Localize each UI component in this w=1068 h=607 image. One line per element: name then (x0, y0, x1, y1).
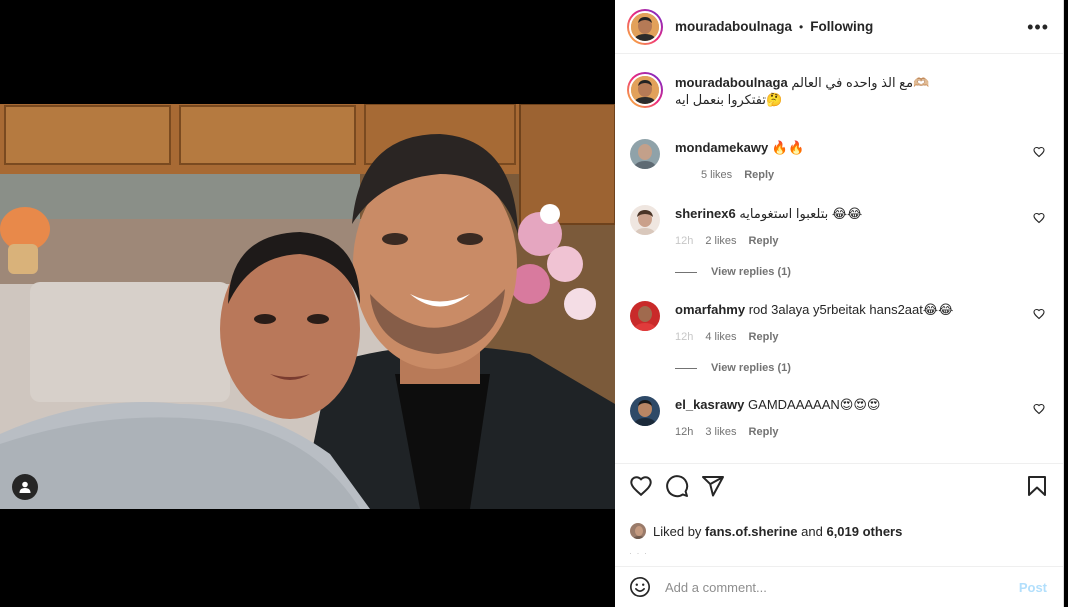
commenter-username[interactable]: sherinex6 (675, 206, 736, 221)
commenter-avatar-image (630, 205, 660, 235)
author-avatar[interactable] (627, 8, 663, 45)
liked-by-prefix: Liked by (653, 523, 702, 539)
comment-like-heart-icon[interactable] (1033, 212, 1045, 224)
author-username[interactable]: mouradaboulnaga (675, 19, 792, 34)
reply-button[interactable]: Reply (749, 233, 779, 250)
comment-bubble-icon[interactable] (665, 474, 689, 498)
liked-by-and: and (801, 523, 823, 539)
likes-summary: Liked by fans.of.sherine and 6,019 other… (629, 522, 1049, 540)
commenter-username[interactable]: mondamekawy (675, 140, 768, 155)
post-header: mouradaboulnaga • Following ••• (615, 0, 1063, 54)
post-actions: Liked by fans.of.sherine and 6,019 other… (615, 463, 1063, 566)
comment-item: mondamekawy 🔥🔥 5 likes Reply (627, 139, 1049, 184)
more-options-icon[interactable]: ••• (1027, 18, 1049, 36)
caption-line2: تفتكروا بنعمل ايه (675, 92, 766, 107)
comment-item: omarfahmy rod 3alaya y5rbeitak hans2aat😂… (627, 301, 1049, 346)
comments-list[interactable]: mouradaboulnaga مع الذ واحده في العالم🫶🏼… (615, 55, 1063, 463)
caption-author-avatar[interactable] (627, 72, 663, 108)
comment-input[interactable] (665, 579, 1019, 595)
caption-line1-emoji: 🫶🏼 (913, 75, 930, 90)
heart-icon[interactable] (629, 474, 653, 498)
comment-like-heart-icon[interactable] (1033, 403, 1045, 415)
comment-likes[interactable]: 3 likes (705, 424, 736, 441)
reply-button[interactable]: Reply (744, 167, 774, 184)
comment-time: 12h (675, 331, 694, 343)
view-replies-line (675, 271, 697, 273)
view-replies-label: View replies (1) (711, 266, 791, 278)
view-replies-line (675, 367, 697, 369)
author-avatar-image (631, 12, 659, 41)
post-photo[interactable] (0, 104, 615, 509)
comment-likes[interactable]: 4 likes (705, 329, 736, 346)
comment-text: بتلعبوا استغومايه 😂😂 (739, 206, 863, 221)
user-tag-button[interactable] (12, 474, 38, 500)
comment-text: rod 3alaya y5rbeitak hans2aat😂😂 (748, 302, 954, 317)
add-comment-bar: Post (615, 566, 1063, 607)
commenter-avatar[interactable] (630, 301, 660, 331)
commenter-username[interactable]: omarfahmy (675, 302, 745, 317)
comment-likes[interactable]: 5 likes (701, 167, 732, 184)
post-media-area (0, 0, 615, 607)
view-replies-button[interactable]: View replies (1) (675, 266, 1049, 278)
post-date: · · · (629, 548, 648, 558)
bookmark-icon[interactable] (1025, 474, 1049, 498)
caption-line2-emoji: 🤔 (765, 92, 783, 107)
action-icons-row (629, 474, 1049, 498)
following-button[interactable]: Following (810, 19, 873, 34)
commenter-username[interactable]: el_kasrawy (675, 397, 744, 412)
post-comment-button[interactable]: Post (1019, 580, 1047, 595)
comment-text: 🔥🔥 (771, 140, 805, 155)
comment-time: 12h (675, 426, 694, 438)
comment-like-heart-icon[interactable] (1033, 308, 1045, 320)
comment-time: 12h (675, 235, 694, 247)
caption-text-block: mouradaboulnaga مع الذ واحده في العالم🫶🏼… (675, 72, 929, 108)
post-side-panel: mouradaboulnaga • Following ••• mouradab… (615, 0, 1064, 607)
commenter-avatar[interactable] (630, 396, 660, 426)
liker-avatar-image (630, 523, 646, 539)
paper-plane-icon[interactable] (701, 474, 725, 498)
commenter-avatar-image (630, 396, 660, 426)
liked-by-others[interactable]: 6,019 others (826, 524, 902, 539)
commenter-avatar-image (630, 139, 660, 169)
comment-text: GAMDAAAAAN😍😍😍 (748, 397, 881, 412)
commenter-avatar[interactable] (630, 205, 660, 235)
comment-likes[interactable]: 2 likes (705, 233, 736, 250)
smiley-icon[interactable] (629, 576, 651, 598)
commenter-avatar[interactable] (630, 139, 660, 169)
caption-username[interactable]: mouradaboulnaga (675, 75, 788, 90)
user-tag-icon (19, 481, 31, 493)
commenter-avatar-image (630, 301, 660, 331)
comment-item: sherinex6 بتلعبوا استغومايه 😂😂 12h 2 lik… (627, 205, 1049, 250)
caption-avatar-image (631, 76, 659, 104)
caption-line1: مع الذ واحده في العالم (791, 75, 914, 90)
view-replies-label: View replies (1) (711, 362, 791, 374)
liked-by-user[interactable]: fans.of.sherine (705, 524, 797, 539)
reply-button[interactable]: Reply (749, 424, 779, 441)
post-photo-graphic (0, 104, 615, 509)
comment-like-heart-icon[interactable] (1033, 146, 1045, 158)
post-caption: mouradaboulnaga مع الذ واحده في العالم🫶🏼… (627, 55, 1049, 108)
separator-dot: • (799, 19, 804, 34)
view-replies-button[interactable]: View replies (1) (675, 362, 1049, 374)
liker-avatar[interactable] (629, 522, 647, 540)
reply-button[interactable]: Reply (749, 329, 779, 346)
comment-item: el_kasrawy GAMDAAAAAN😍😍😍 12h 3 likes Rep… (627, 396, 1049, 441)
comment-time (675, 167, 689, 184)
